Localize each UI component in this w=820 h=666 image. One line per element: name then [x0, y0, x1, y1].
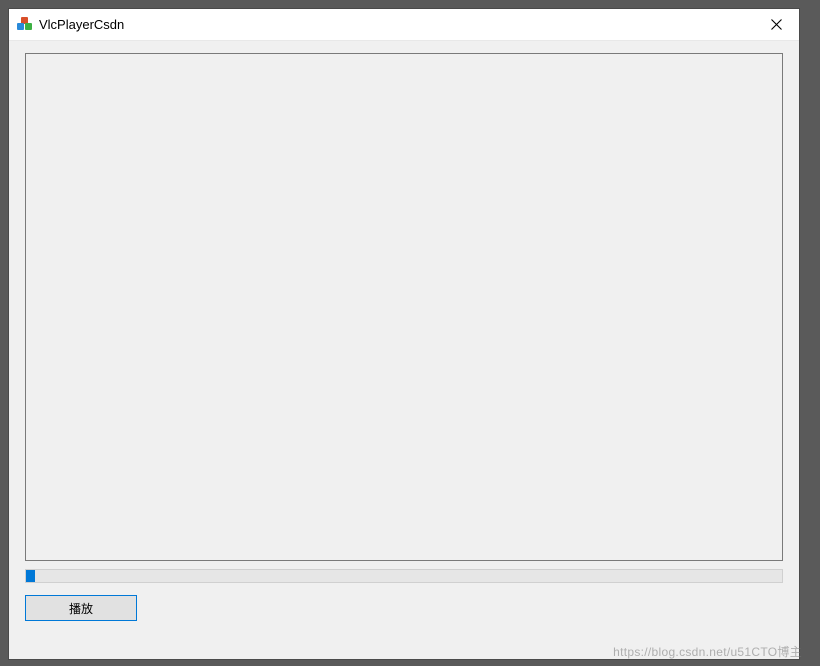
close-icon: [771, 19, 782, 30]
controls-row: 播放: [25, 595, 783, 621]
progress-fill: [26, 570, 35, 582]
application-window: VlcPlayerCsdn 播放: [8, 8, 800, 660]
progress-bar[interactable]: [25, 569, 783, 583]
app-icon: [17, 17, 33, 33]
client-area: 播放: [9, 41, 799, 659]
window-title: VlcPlayerCsdn: [39, 17, 753, 32]
play-button[interactable]: 播放: [25, 595, 137, 621]
close-button[interactable]: [753, 9, 799, 41]
video-panel: [25, 53, 783, 561]
titlebar[interactable]: VlcPlayerCsdn: [9, 9, 799, 41]
